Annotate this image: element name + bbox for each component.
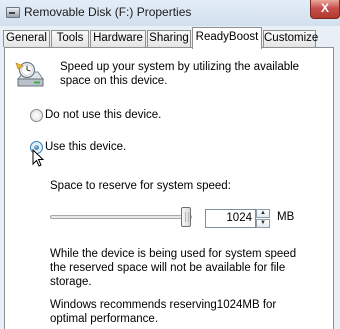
title-bar[interactable]: Removable Disk (F:) Properties X [0,0,340,26]
radio-button[interactable] [30,109,43,122]
tab-strip: General Tools Hardware Sharing ReadyBoos… [0,27,340,49]
recommendation-text: Windows recommends reserving1024MB for o… [50,299,277,325]
drive-icon [6,7,20,18]
reserved-space-note: While the device is being used for syste… [50,248,297,288]
mouse-cursor-icon [32,149,44,167]
radio-label: Use this device. [45,141,127,153]
radio-label: Do not use this device. [45,109,162,121]
close-button[interactable]: X [310,0,340,19]
intro-text: Speed up your system by utilizing the av… [60,61,300,87]
readyboost-drive-icon [15,61,44,87]
reserve-space-label: Space to reserve for system speed: [50,180,231,192]
slider-thumb[interactable] [181,207,192,227]
window-title: Removable Disk (F:) Properties [24,5,192,19]
tab-sharing[interactable]: Sharing [147,30,191,47]
spinner-buttons: ▲ ▼ [256,209,270,228]
tab-customize[interactable]: Customize [263,30,318,47]
tab-hardware[interactable]: Hardware [90,30,146,47]
reserve-space-input[interactable]: 1024 [205,209,256,228]
slider-track[interactable] [50,215,192,219]
reserve-space-spinner[interactable]: 1024 ▲ ▼ [205,209,270,228]
tab-tools[interactable]: Tools [51,30,89,47]
tab-general[interactable]: General [3,30,50,47]
unit-label: MB [277,211,295,223]
tab-readyboost[interactable]: ReadyBoost [192,27,262,49]
spin-up-button[interactable]: ▲ [256,209,270,218]
spin-down-button[interactable]: ▼ [256,219,270,228]
reserve-space-slider[interactable] [50,206,195,230]
